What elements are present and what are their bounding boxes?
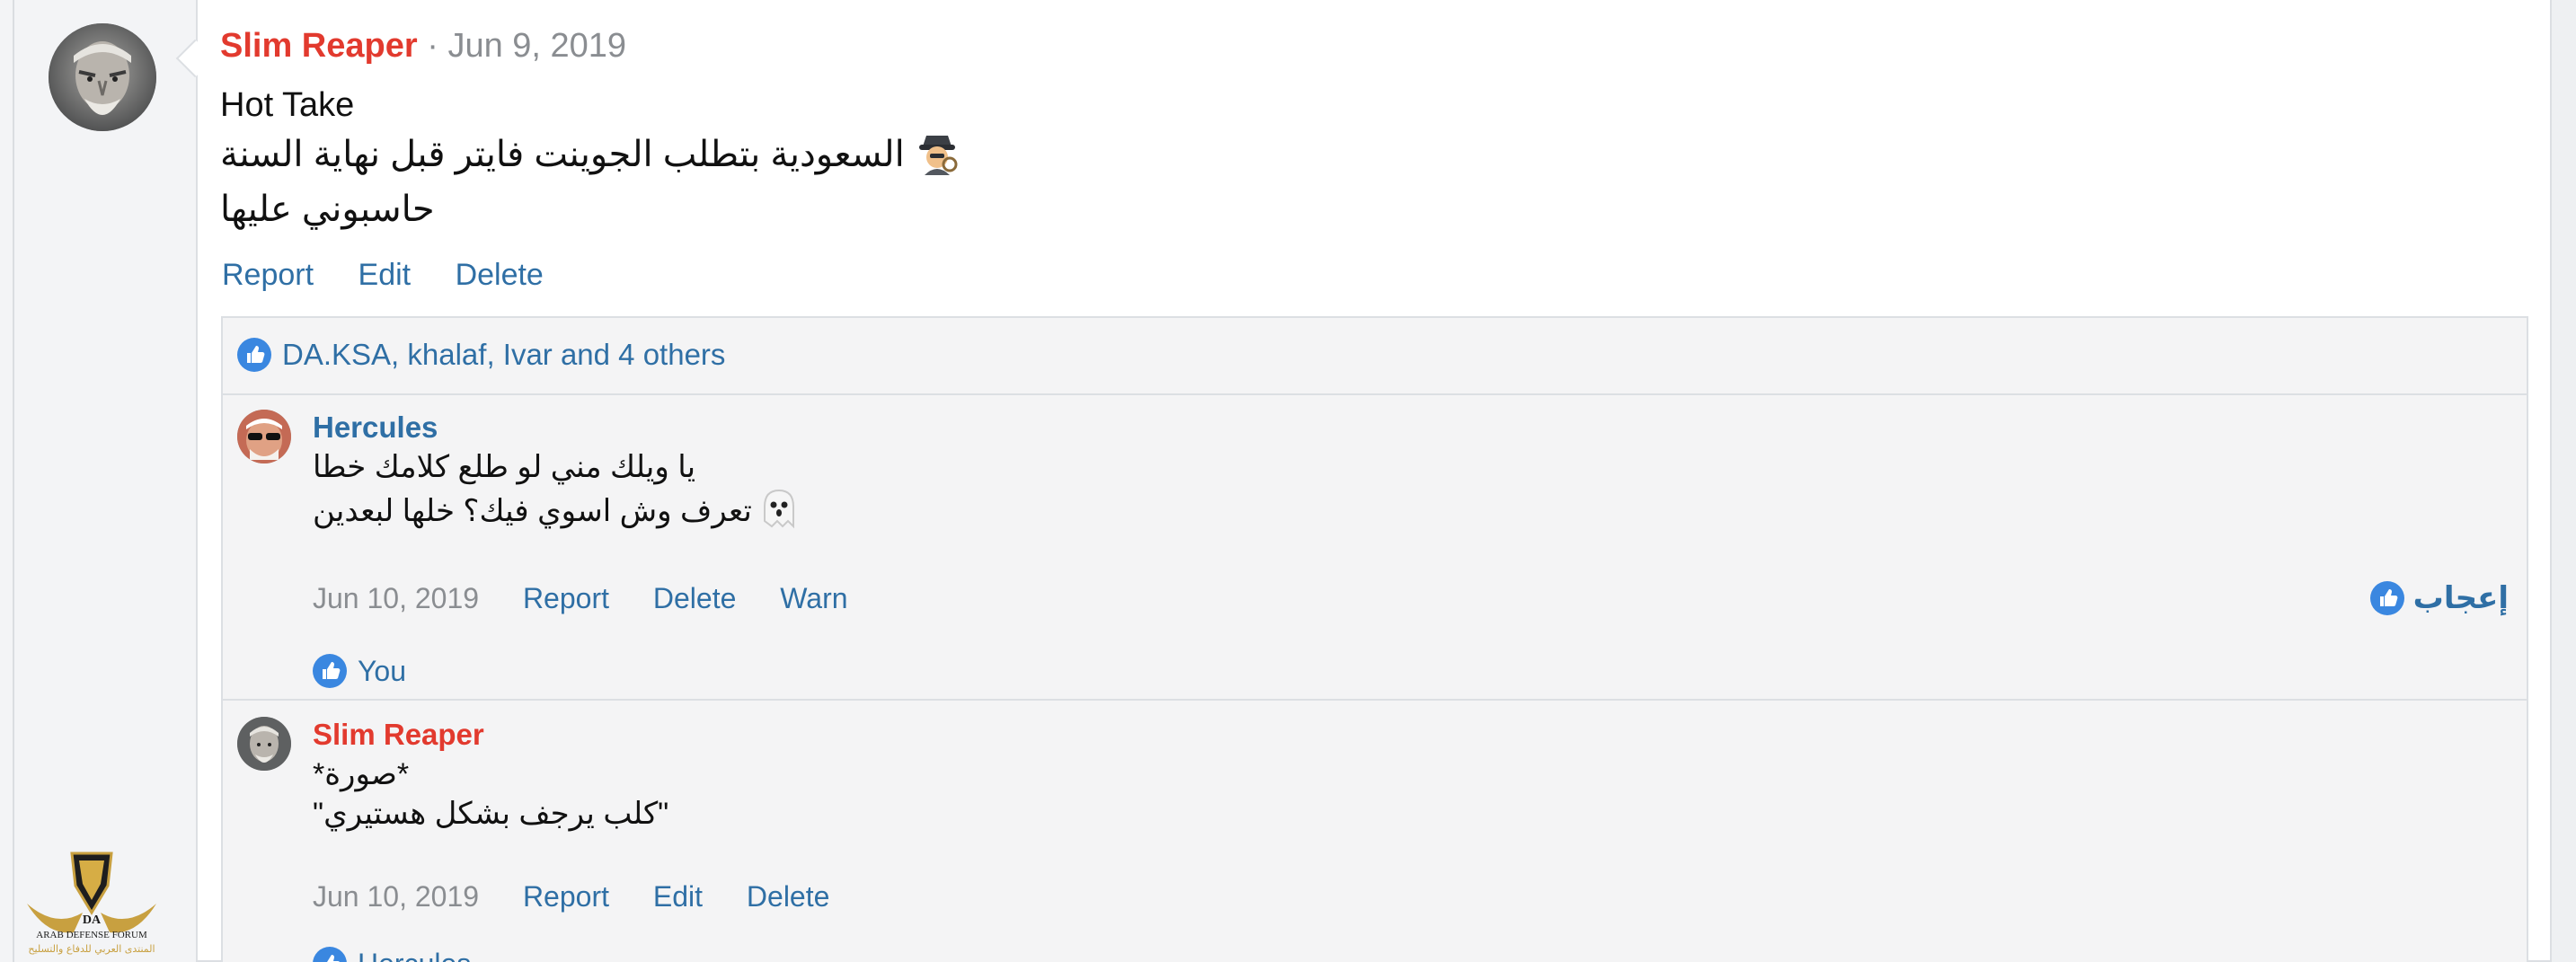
post-body-line-2: حاسبوني عليها bbox=[220, 190, 435, 229]
comment-likes: Hercules bbox=[313, 945, 471, 962]
post-actions: Report Edit Delete bbox=[222, 255, 580, 295]
post-title: Hot Take bbox=[220, 86, 355, 124]
comment-line-2: تعرف وش اسوي فيك؟ خلها لبعدين bbox=[313, 487, 799, 531]
like-button-label: إعجاب bbox=[2412, 581, 2509, 615]
user-column: DA ARAB DEFENSE FORUM المنتدى العربي للد… bbox=[0, 0, 196, 962]
report-link[interactable]: Report bbox=[222, 258, 314, 292]
comment-line-1: يا ويلك مني لو طلع كلامك خطا bbox=[313, 450, 696, 484]
thumbs-up-icon bbox=[2369, 581, 2404, 615]
site-logo[interactable]: DA ARAB DEFENSE FORUM المنتدى العربي للد… bbox=[20, 850, 164, 962]
comments-panel: DA.KSA, khalaf, Ivar and 4 others Hercul… bbox=[221, 316, 2528, 962]
comment-author[interactable]: Slim Reaper bbox=[313, 715, 484, 755]
delete-link[interactable]: Delete bbox=[747, 880, 830, 913]
comment-date[interactable]: Jun 10, 2019 bbox=[313, 880, 479, 913]
comment-item: Hercules يا ويلك مني لو طلع كلامك خطا تع… bbox=[223, 395, 2527, 701]
thumbs-up-icon bbox=[313, 654, 347, 688]
edit-link[interactable]: Edit bbox=[359, 258, 412, 292]
comment-author[interactable]: Hercules bbox=[313, 408, 438, 447]
thumbs-up-icon bbox=[237, 338, 271, 372]
report-link[interactable]: Report bbox=[523, 880, 609, 913]
like-button[interactable]: إعجاب bbox=[2369, 578, 2509, 618]
post-likes-summary: DA.KSA, khalaf, Ivar and 4 others bbox=[223, 318, 2527, 395]
comment-likes-text[interactable]: You bbox=[358, 655, 406, 687]
delete-link[interactable]: Delete bbox=[456, 258, 544, 292]
warn-link[interactable]: Warn bbox=[780, 582, 847, 614]
comment-meta: Jun 10, 2019 Report Delete Warn bbox=[313, 578, 884, 618]
avatar[interactable] bbox=[237, 410, 291, 463]
shield-logo-icon: DA ARAB DEFENSE FORUM المنتدى العربي للد… bbox=[27, 852, 156, 955]
post-body-text: السعودية بتطلب الجوينت فايتر قبل نهاية ا… bbox=[220, 135, 905, 174]
ghost-emoji-icon bbox=[759, 487, 799, 530]
comment-line-1: *صورة* bbox=[313, 757, 410, 791]
detective-emoji-icon bbox=[914, 128, 960, 175]
post-date[interactable]: Jun 9, 2019 bbox=[447, 27, 626, 65]
comment-item: Slim Reaper *صورة* "كلب يرجف بشكل هستيري… bbox=[223, 702, 2527, 962]
comment-line-2: "كلب يرجف بشكل هستيري" bbox=[313, 797, 669, 831]
post-likes-text[interactable]: DA.KSA, khalaf, Ivar and 4 others bbox=[282, 336, 725, 374]
forum-thread-page: DA ARAB DEFENSE FORUM المنتدى العربي للد… bbox=[0, 0, 2576, 962]
logo-subtitle: المنتدى العربي للدفاع والتسليح bbox=[28, 943, 155, 955]
delete-link[interactable]: Delete bbox=[653, 582, 737, 614]
logo-title: ARAB DEFENSE FORUM bbox=[36, 930, 147, 940]
comment-likes: You bbox=[313, 652, 406, 690]
comment-meta: Jun 10, 2019 Report Edit Delete bbox=[313, 877, 865, 916]
sunglasses-man-avatar-icon bbox=[237, 410, 291, 463]
avatar[interactable] bbox=[237, 717, 291, 771]
comment-likes-text[interactable]: Hercules bbox=[358, 948, 471, 962]
column-divider bbox=[13, 0, 14, 962]
thumbs-up-icon bbox=[313, 947, 347, 962]
old-man-avatar-icon bbox=[237, 717, 291, 771]
edit-link[interactable]: Edit bbox=[653, 880, 703, 913]
post-body-line-1: السعودية بتطلب الجوينت فايتر قبل نهاية ا… bbox=[220, 128, 960, 180]
comment-line-2-text: تعرف وش اسوي فيك؟ خلها لبعدين bbox=[313, 494, 752, 528]
post-header: Slim Reaper · Jun 9, 2019 bbox=[220, 23, 626, 68]
old-man-avatar-icon bbox=[49, 23, 156, 131]
post-author[interactable]: Slim Reaper bbox=[220, 27, 418, 65]
header-separator: · bbox=[427, 27, 438, 65]
report-link[interactable]: Report bbox=[523, 582, 609, 614]
avatar[interactable] bbox=[49, 23, 156, 131]
logo-da: DA bbox=[83, 913, 102, 927]
comment-date[interactable]: Jun 10, 2019 bbox=[313, 582, 479, 614]
